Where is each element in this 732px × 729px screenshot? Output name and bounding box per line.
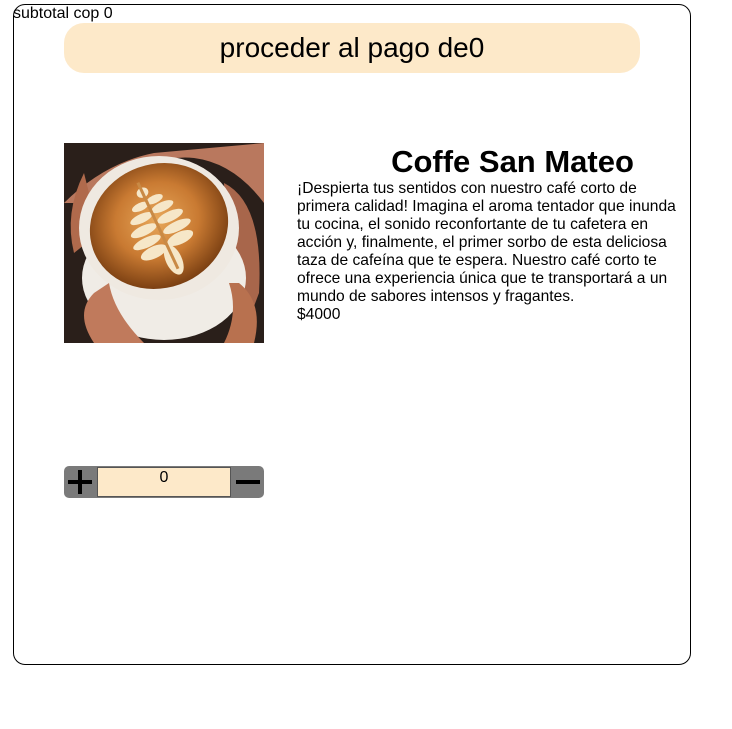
coffee-latte-art-icon — [64, 143, 264, 343]
decrease-button[interactable] — [232, 466, 264, 498]
increase-button[interactable] — [64, 466, 96, 498]
quantity-stepper: 0 — [64, 466, 264, 498]
checkout-label: proceder al pago de0 — [219, 32, 485, 63]
product-title: Coffe San Mateo — [391, 144, 634, 179]
product-description: ¡Despierta tus sentidos con nuestro café… — [297, 180, 676, 305]
checkout-button[interactable]: proceder al pago de0 — [64, 23, 640, 73]
subtotal-text: subtotal cop 0 — [13, 5, 113, 22]
plus-icon — [68, 470, 92, 494]
product-price: $4000 — [297, 306, 341, 323]
quantity-value[interactable]: 0 — [97, 467, 231, 497]
minus-icon — [236, 480, 260, 484]
product-image — [64, 143, 264, 343]
